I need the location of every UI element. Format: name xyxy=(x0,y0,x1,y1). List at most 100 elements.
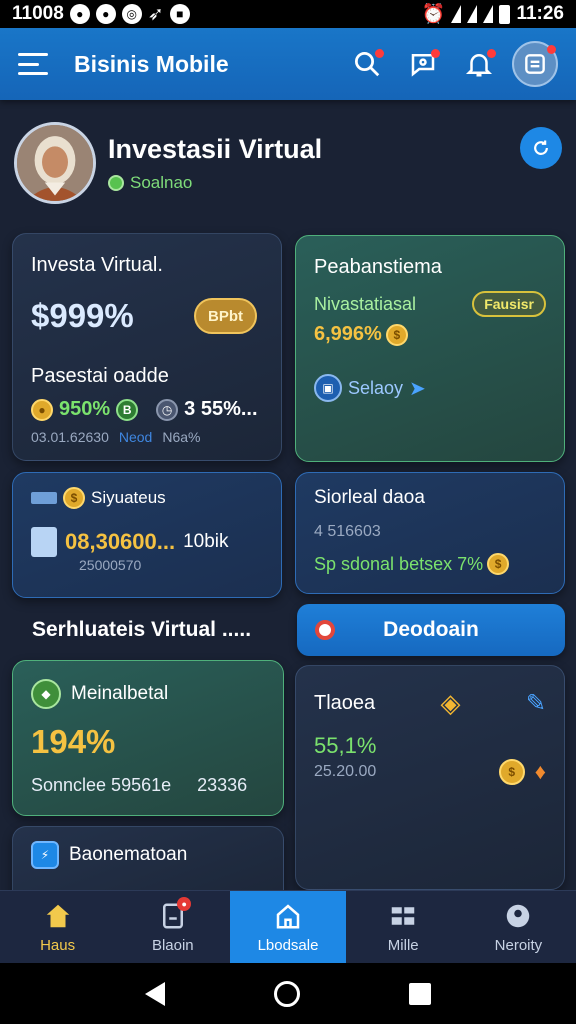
tiaea-card[interactable]: Tlaoea ◈ ✎ 55,1% 25.20.00 $ ♦ xyxy=(295,665,565,890)
rate-note: Sp sdonal betsex 7% xyxy=(314,553,484,574)
status-time-left: 11008 xyxy=(12,3,64,24)
nav-label: Neroity xyxy=(494,936,543,954)
leaf-icon: ◆ xyxy=(31,679,61,709)
status-time-right: 11:26 xyxy=(516,3,564,24)
status-dot-icon xyxy=(108,174,124,191)
bottom-nav: Haus ● Blaoin Lbodsale Mille Neroity xyxy=(0,890,576,963)
home-icon xyxy=(46,904,69,927)
wallet-icon: ▣ xyxy=(314,374,342,402)
profile-header: Investasii Virtual Soalnao xyxy=(14,118,564,208)
send-icon: ➶ xyxy=(147,3,164,25)
gift-icon: ◈ xyxy=(440,688,461,718)
nav-item-neroity[interactable]: Neroity xyxy=(461,891,576,963)
nav-item-lbodsale[interactable]: Lbodsale xyxy=(230,891,346,963)
profile-status: Soalnao xyxy=(130,172,193,192)
tiaea-sub: 25.20.00 xyxy=(314,763,377,780)
app-bar: Bisinis Mobile xyxy=(0,28,576,100)
section-title: Serhluateis Virtual ..... xyxy=(32,618,252,641)
card-title: Siyuateus xyxy=(91,488,166,507)
primary-button-label: Deodoain xyxy=(383,618,479,641)
grid-icon xyxy=(391,906,415,925)
profile-button[interactable] xyxy=(512,41,558,87)
footer-tag: N6a% xyxy=(162,429,201,445)
summary-card[interactable]: Peabanstiema Nivastatiasal Fausisr 6,996… xyxy=(295,235,565,462)
summary-action[interactable]: Selaoy xyxy=(348,378,403,399)
coin-icon: $ xyxy=(487,553,510,575)
summary-badge[interactable]: Fausisr xyxy=(472,291,546,317)
system-nav xyxy=(0,963,576,1024)
portfolio-badge[interactable]: BPbt xyxy=(194,298,257,334)
rate-card[interactable]: Siorleal daoa 4 516603 Sp sdonal betsex … xyxy=(295,472,565,594)
nav-label: Haus xyxy=(40,936,76,954)
document-icon xyxy=(525,54,545,74)
refresh-button[interactable] xyxy=(520,127,562,169)
refresh-icon xyxy=(534,140,548,155)
stats-value: 08,30600... xyxy=(65,529,176,554)
wifi-icon xyxy=(451,5,462,23)
home-circle-icon[interactable] xyxy=(273,980,300,1007)
primary-button[interactable]: Deodoain xyxy=(297,604,565,656)
stats-card[interactable]: $ Siyuateus 08,30600... 10bik 25000570 xyxy=(12,472,282,598)
tiaea-value: 55,1% xyxy=(314,733,377,758)
avatar[interactable] xyxy=(14,122,96,204)
alarm-icon: ⏰ xyxy=(421,4,446,25)
battery-icon xyxy=(499,4,511,24)
coin-icon: $ xyxy=(63,487,85,509)
notification-badge: ● xyxy=(177,897,192,911)
nav-item-mille[interactable]: Mille xyxy=(346,891,461,963)
signal-icon xyxy=(467,5,478,23)
portfolio-card[interactable]: Investa Virtual. $999% BPbt Pasestai oad… xyxy=(12,233,282,461)
stat-value: 950% xyxy=(59,398,111,420)
card-icon xyxy=(31,492,57,504)
edit-icon[interactable]: ✎ xyxy=(526,689,546,718)
footer-tag: Neod xyxy=(118,429,153,445)
tag-icon: ➤ xyxy=(409,377,426,400)
notification-icon: ● xyxy=(95,4,116,24)
nav-label: Lbodsale xyxy=(257,936,319,954)
card-title: Meinalbetal xyxy=(71,683,169,704)
portfolio-value: $999% xyxy=(31,297,134,334)
record-icon xyxy=(315,620,335,640)
summary-value: 6,996% xyxy=(314,323,382,345)
app-title: Bisinis Mobile xyxy=(74,50,229,77)
growth-number: 23336 xyxy=(197,775,248,795)
nav-label: Blaoin xyxy=(151,936,194,954)
signal-icon xyxy=(483,5,494,23)
card-title: Tlaoea xyxy=(314,692,376,714)
card-subtitle: Pasestai oadde xyxy=(31,365,169,387)
location-pin-icon: ♦ xyxy=(534,759,546,784)
stats-suffix: 10bik xyxy=(183,531,229,552)
stat-value: 3 55%... xyxy=(184,398,258,420)
menu-icon[interactable] xyxy=(18,53,48,75)
coin-icon: B xyxy=(116,398,139,421)
status-bar: 11008 ● ● ◎ ➶ ■ ⏰ 11:26 xyxy=(0,0,576,28)
nav-item-home[interactable]: Haus xyxy=(0,891,115,963)
growth-value: 194% xyxy=(31,723,116,760)
stats-sub: 25000570 xyxy=(79,557,142,573)
growth-card[interactable]: ◆ Meinalbetal 194% Sonnclee 59561e 23336 xyxy=(12,660,284,816)
document-icon xyxy=(31,527,57,557)
card-title: Investa Virtual. xyxy=(31,254,163,276)
clock-icon: ◷ xyxy=(156,398,179,421)
search-icon[interactable] xyxy=(350,47,384,81)
coin-icon: $ xyxy=(498,759,525,785)
coin-icon: ● xyxy=(31,398,53,421)
nav-label: Mille xyxy=(387,936,419,954)
notification-icon: ● xyxy=(69,4,90,24)
rate-value: 4 516603 xyxy=(314,523,381,540)
card-subtitle: Nivastatiasal xyxy=(314,293,417,314)
back-icon[interactable] xyxy=(144,981,165,1006)
home-outline-icon xyxy=(276,903,300,928)
recent-apps-icon[interactable] xyxy=(409,982,432,1005)
footer-date: 03.01.62630 xyxy=(31,429,109,445)
notification-icon: ◎ xyxy=(121,4,142,24)
lightning-icon: ⚡ xyxy=(31,841,59,869)
chat-icon[interactable] xyxy=(406,47,440,81)
profile-icon xyxy=(507,904,530,927)
card-title: Baonematoan xyxy=(69,844,188,865)
page-title: Investasii Virtual xyxy=(108,133,323,164)
growth-label: Sonnclee 59561e xyxy=(31,775,172,795)
nav-item-blaoin[interactable]: ● Blaoin xyxy=(115,891,230,963)
bell-icon[interactable] xyxy=(462,47,496,81)
card-title: Siorleal daoa xyxy=(314,487,425,508)
